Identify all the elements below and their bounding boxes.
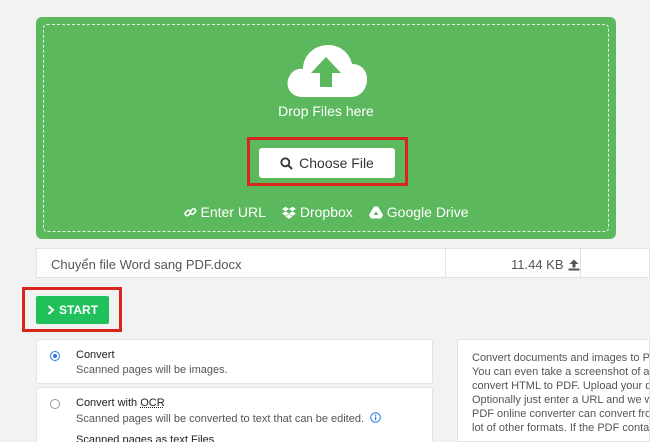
convert-ocr-radio[interactable] xyxy=(50,399,60,409)
option-convert-ocr[interactable]: Convert with OCR Scanned pages will be c… xyxy=(36,387,433,442)
option-description: Scanned pages will be converted to text … xyxy=(76,412,381,425)
enter-url-label: Enter URL xyxy=(201,204,266,220)
google-drive-icon xyxy=(369,206,383,219)
choose-file-highlight: Choose File xyxy=(247,137,408,186)
chevron-right-icon xyxy=(47,305,55,315)
enter-url-link[interactable]: Enter URL xyxy=(184,204,266,220)
upload-icon xyxy=(568,259,580,271)
drop-files-label: Drop Files here xyxy=(36,103,616,119)
option-title: Convert with OCR xyxy=(76,397,165,409)
dropbox-link[interactable]: Dropbox xyxy=(282,204,353,220)
file-size-value: 11.44 KB xyxy=(511,257,564,272)
divider xyxy=(445,249,446,277)
google-drive-link[interactable]: Google Drive xyxy=(369,204,469,220)
upload-dropzone[interactable]: Drop Files here Choose File Enter URL Dr… xyxy=(36,17,616,239)
info-line: Convert documents and images to P xyxy=(472,352,650,364)
start-button[interactable]: START xyxy=(36,296,109,324)
ocr-term: OCR xyxy=(140,397,164,409)
upload-source-links: Enter URL Dropbox Google Drive xyxy=(36,204,616,220)
dropbox-label: Dropbox xyxy=(300,204,353,220)
choose-file-label: Choose File xyxy=(299,155,374,171)
info-text-box: Convert documents and images to P You ca… xyxy=(457,339,650,442)
option-title-prefix: Convert with xyxy=(76,397,140,409)
info-line: lot of other formats. If the PDF conta xyxy=(472,422,649,434)
info-icon[interactable] xyxy=(370,412,381,423)
start-label: START xyxy=(59,303,98,317)
link-icon xyxy=(184,206,197,219)
info-line: PDF online converter can convert fro xyxy=(472,408,650,420)
option-title: Convert xyxy=(76,349,115,361)
option-convert[interactable]: Convert Scanned pages will be images. xyxy=(36,339,433,384)
choose-file-button[interactable]: Choose File xyxy=(259,148,395,178)
file-name: Chuyển file Word sang PDF.docx xyxy=(51,257,242,272)
cloud-upload-icon xyxy=(283,39,369,99)
option-partial-label: Scanned pages as text Files xyxy=(76,434,214,442)
option-description: Scanned pages will be images. xyxy=(76,364,228,376)
start-highlight: START xyxy=(22,287,122,332)
info-line: Optionally just enter a URL and we w xyxy=(472,394,650,406)
divider xyxy=(580,249,581,277)
dropbox-icon xyxy=(282,206,296,219)
option-description-text: Scanned pages will be converted to text … xyxy=(76,413,364,425)
google-drive-label: Google Drive xyxy=(387,204,469,220)
uploaded-file-row: Chuyển file Word sang PDF.docx 11.44 KB xyxy=(36,248,650,278)
info-line: convert HTML to PDF. Upload your do xyxy=(472,380,650,392)
info-line: You can even take a screenshot of a w xyxy=(472,366,650,378)
file-size: 11.44 KB xyxy=(511,257,580,272)
convert-radio[interactable] xyxy=(50,351,60,361)
search-icon xyxy=(280,157,293,170)
